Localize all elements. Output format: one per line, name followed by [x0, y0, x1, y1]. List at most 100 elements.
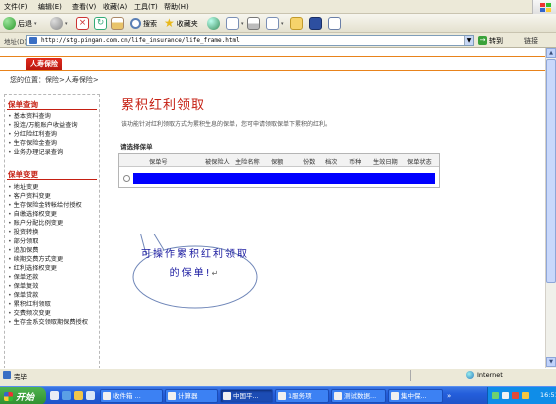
- page-done-icon: [3, 371, 11, 379]
- task-inbox[interactable]: 收件箱 ...: [100, 389, 163, 403]
- sidebar-item-renewal-payment-method[interactable]: 续期交费方式变更: [8, 255, 64, 264]
- tray-network-icon[interactable]: [492, 392, 499, 399]
- menu-tools[interactable]: 工具(T): [134, 2, 158, 12]
- back-button[interactable]: 后退 ▾: [3, 16, 37, 31]
- chevron-down-icon: ▾: [281, 20, 284, 27]
- page-description: 该功能针对红利领取方式为累积生息的保单，您可申请领取保单下累积的红利。: [121, 121, 332, 128]
- sidebar-item-dividend-option[interactable]: 红利选择权变更: [8, 264, 57, 273]
- taskbar: 开始 收件箱 ... 计算器 中国平... 1服务项 测试数据... 集中保..…: [0, 386, 556, 404]
- task-test-data[interactable]: 测试数据...: [331, 389, 386, 403]
- clock: 16:51: [540, 391, 556, 399]
- sidebar-item-allocation-ratio[interactable]: 账户分配比例变更: [8, 219, 64, 228]
- column-header: 主险名称: [235, 159, 260, 166]
- sidebar-item-self-pay-option[interactable]: 自缴选择权变更: [8, 210, 57, 219]
- page-icon: [29, 37, 37, 44]
- scroll-down-button[interactable]: ▼: [546, 357, 556, 367]
- refresh-button[interactable]: ↻: [94, 16, 107, 31]
- sidebar-item-transaction-record-query[interactable]: 业务办理记录查询: [8, 148, 64, 157]
- sidebar-item-partial-withdrawal[interactable]: 部分领取: [8, 237, 39, 246]
- favorites-button[interactable]: ★ 收藏夹: [164, 16, 198, 31]
- policy-table: 保单号 被保险人 主险名称 保额 份数 档次 币种 生效日期 保单状态: [118, 153, 440, 188]
- stop-button[interactable]: ×: [76, 16, 89, 31]
- go-arrow-icon: →: [478, 36, 487, 45]
- messenger-icon: [309, 17, 322, 30]
- start-logo-icon: [4, 391, 13, 401]
- task-calculator[interactable]: 计算器: [165, 389, 218, 403]
- stop-icon: ×: [76, 17, 89, 30]
- policy-radio-button[interactable]: [123, 175, 130, 182]
- tab-divider: [0, 70, 545, 71]
- sidebar-item-survival-benefit-query[interactable]: 生存保险金查询: [8, 139, 57, 148]
- select-policy-label: 请选择保单: [120, 143, 153, 151]
- sidebar-item-customer-info-change[interactable]: 客户资料变更: [8, 192, 51, 201]
- security-zone: Internet: [477, 371, 503, 379]
- mail-button[interactable]: ▾: [226, 16, 244, 31]
- sidebar-item-additional-premium[interactable]: 追加保费: [8, 246, 39, 255]
- search-button[interactable]: 搜索: [130, 16, 157, 31]
- print-icon: [247, 17, 260, 30]
- sidebar-item-address-change[interactable]: 地址变更: [8, 183, 39, 192]
- callout-message: 可操作累积红利领取的保单!: [141, 249, 249, 279]
- sidebar-item-investment-switch[interactable]: 投资转换: [8, 228, 39, 237]
- tab-life-insurance[interactable]: 人寿保险: [26, 58, 62, 70]
- column-header: 被保险人: [205, 159, 230, 166]
- sidebar-item-account-yield-query[interactable]: 投连/万能账户收益查询: [8, 121, 78, 130]
- section-divider: [7, 179, 97, 180]
- edit-button[interactable]: ▾: [266, 16, 284, 31]
- status-bar: 完毕 Internet: [0, 368, 556, 381]
- forward-button[interactable]: ▾: [50, 16, 68, 31]
- task-pingan-browser[interactable]: 中国平...: [220, 389, 273, 403]
- tray-app-icon[interactable]: [502, 392, 509, 399]
- taskbar-overflow-icon[interactable]: »: [447, 392, 451, 400]
- address-dropdown-button[interactable]: ▼: [464, 36, 473, 45]
- links-button[interactable]: 链接: [524, 36, 538, 46]
- sidebar-item-accumulated-dividend[interactable]: 累积红利领取: [8, 300, 51, 309]
- quicklaunch-desktop-icon[interactable]: [50, 391, 59, 400]
- menu-favorites[interactable]: 收藏(A): [103, 2, 127, 12]
- sidebar-item-survival-benefit-transfer[interactable]: 生存保险金转帐给付授权: [8, 201, 82, 210]
- menu-file[interactable]: 文件(F): [4, 2, 28, 12]
- paragraph-mark-icon: ↵: [211, 269, 221, 278]
- start-button[interactable]: 开始: [0, 387, 46, 404]
- home-icon: [111, 17, 124, 30]
- column-header: 币种: [349, 159, 362, 166]
- column-header: 保额: [271, 159, 284, 166]
- task-service-items[interactable]: 1服务项: [275, 389, 329, 403]
- quicklaunch-folder-icon[interactable]: [74, 391, 83, 400]
- sidebar-item-premium-authorization[interactable]: 生存金系交领取期保费授权: [8, 318, 88, 327]
- favorites-icon: ★: [164, 16, 175, 30]
- sidebar-item-payment-frequency[interactable]: 交费频次变更: [8, 309, 51, 318]
- column-header: 档次: [325, 159, 338, 166]
- folder-button[interactable]: [290, 16, 303, 31]
- menu-edit[interactable]: 编辑(E): [38, 2, 62, 12]
- page-button[interactable]: [328, 16, 341, 31]
- tray-volume-icon[interactable]: [522, 392, 529, 399]
- quicklaunch-ie-icon[interactable]: [62, 391, 71, 400]
- mail-icon: [226, 17, 239, 30]
- address-input[interactable]: http://stg.pingan.com.cn/life_insurance/…: [26, 35, 474, 46]
- sidebar-item-policy-reinstatement[interactable]: 保单复效: [8, 282, 39, 291]
- menu-view[interactable]: 查看(V): [72, 2, 96, 12]
- menu-help[interactable]: 帮助(H): [164, 2, 189, 12]
- print-button[interactable]: [247, 16, 260, 31]
- tray-security-icon[interactable]: [512, 392, 519, 399]
- quicklaunch-media-icon[interactable]: [86, 391, 95, 400]
- sidebar-item-policy-repayment[interactable]: 保单还款: [8, 273, 39, 282]
- sidebar-item-policy-loan[interactable]: 保单贷款: [8, 291, 39, 300]
- sidebar-item-dividend-query[interactable]: 分红险红利查询: [8, 130, 57, 139]
- messenger-button[interactable]: [309, 16, 322, 31]
- forward-icon: [50, 17, 63, 30]
- address-label: 地址(D): [4, 38, 28, 46]
- sidebar-item-basic-info-query[interactable]: 基本资料查询: [8, 112, 51, 121]
- section-divider: [7, 109, 97, 110]
- back-label: 后退: [18, 19, 32, 28]
- scroll-up-button[interactable]: ▲: [546, 48, 556, 58]
- go-button[interactable]: → 转到: [478, 35, 520, 46]
- vertical-scrollbar[interactable]: ▲ ▼: [545, 48, 556, 368]
- history-button[interactable]: [207, 16, 220, 31]
- history-icon: [207, 17, 220, 30]
- scroll-thumb[interactable]: [546, 59, 556, 283]
- home-button[interactable]: [111, 16, 124, 31]
- menu-bar: 文件(F) 编辑(E) 查看(V) 收藏(A) 工具(T) 帮助(H): [0, 0, 556, 14]
- task-centralized-insurance[interactable]: 集中保...: [388, 389, 443, 403]
